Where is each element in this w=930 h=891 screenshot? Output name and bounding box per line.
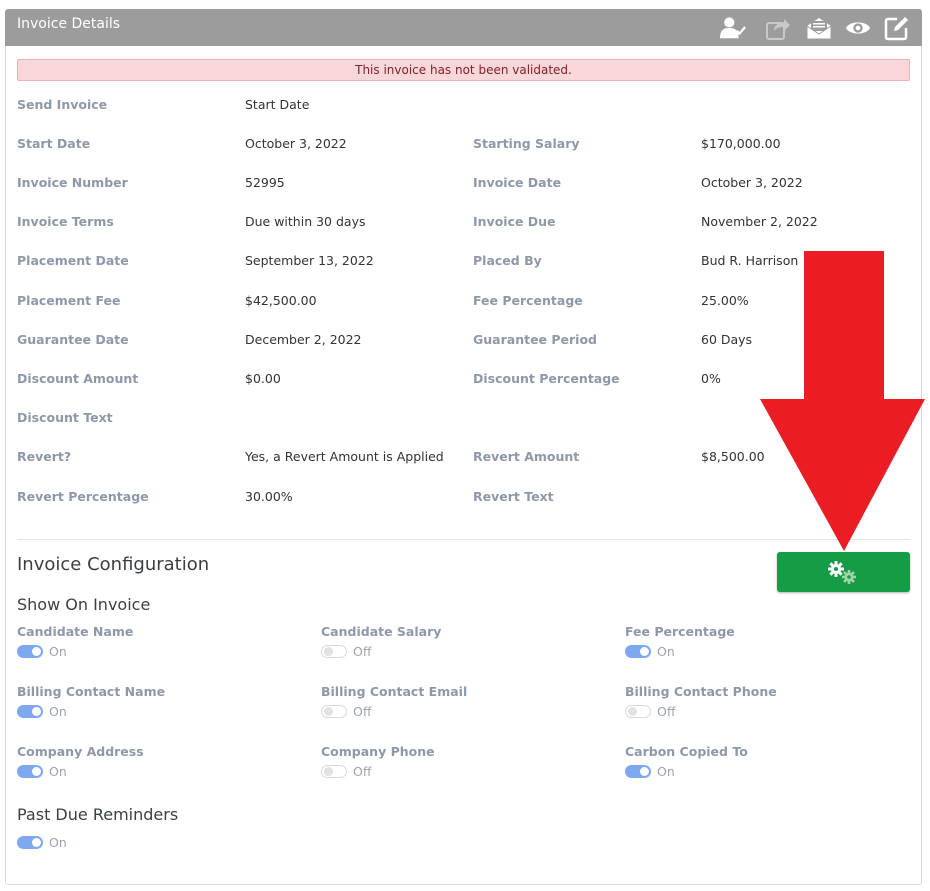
invoice-date-label: Invoice Date (473, 175, 562, 190)
panel-title: Invoice Details (17, 16, 121, 32)
invoice-due-label: Invoice Due (473, 214, 556, 229)
fee-percentage-state: On (657, 644, 675, 659)
show-on-invoice-title: Show On Invoice (17, 595, 151, 614)
starting-salary-label: Starting Salary (473, 136, 580, 151)
billing-contact-name-toggle[interactable] (17, 705, 43, 718)
revert-text-label: Revert Text (473, 489, 554, 504)
candidate-salary-state: Off (353, 644, 372, 659)
billing-contact-phone-label: Billing Contact Phone (625, 684, 777, 699)
gears-icon (828, 561, 856, 584)
start-date-value: October 3, 2022 (245, 136, 347, 151)
invoice-configuration-title: Invoice Configuration (17, 554, 210, 575)
guarantee-period-value: 60 Days (701, 332, 753, 347)
revert-percentage-value: 30.00% (245, 489, 293, 504)
configure-button[interactable] (777, 552, 910, 592)
red-arrow-annotation (760, 251, 925, 551)
billing-contact-name-label: Billing Contact Name (17, 684, 166, 699)
company-phone-state: Off (353, 764, 372, 779)
guarantee-period-label: Guarantee Period (473, 332, 597, 347)
guarantee-date-value: December 2, 2022 (245, 332, 362, 347)
user-check-icon[interactable] (720, 15, 746, 41)
discount-text-label: Discount Text (17, 410, 113, 425)
placed-by-label: Placed By (473, 253, 542, 268)
start-date-label: Start Date (17, 136, 91, 151)
billing-contact-email-state: Off (353, 704, 372, 719)
company-phone-toggle[interactable] (321, 765, 347, 778)
share-icon[interactable] (765, 15, 791, 41)
past-due-reminders-title: Past Due Reminders (17, 805, 179, 824)
revert-label: Revert? (17, 449, 72, 464)
guarantee-date-label: Guarantee Date (17, 332, 129, 347)
revert-amount-value: $8,500.00 (701, 449, 765, 464)
company-phone-label: Company Phone (321, 744, 435, 759)
candidate-name-toggle[interactable] (17, 645, 43, 658)
candidate-name-label: Candidate Name (17, 624, 134, 639)
discount-percentage-value: 0% (701, 371, 721, 386)
company-address-toggle[interactable] (17, 765, 43, 778)
invoice-due-value: November 2, 2022 (701, 214, 818, 229)
edit-icon[interactable] (884, 15, 910, 41)
company-address-label: Company Address (17, 744, 144, 759)
placement-fee-label: Placement Fee (17, 293, 121, 308)
revert-amount-label: Revert Amount (473, 449, 580, 464)
placement-date-value: September 13, 2022 (245, 253, 374, 268)
invoice-terms-label: Invoice Terms (17, 214, 114, 229)
past-due-reminders-state: On (49, 835, 67, 850)
billing-contact-phone-state: Off (657, 704, 676, 719)
validation-alert: This invoice has not been validated. (17, 59, 910, 81)
fee-percentage-label: Fee Percentage (473, 293, 583, 308)
fee-percentage-option-label: Fee Percentage (625, 624, 735, 639)
candidate-salary-toggle[interactable] (321, 645, 347, 658)
carbon-copied-to-state: On (657, 764, 675, 779)
billing-contact-email-label: Billing Contact Email (321, 684, 468, 699)
invoice-date-value: October 3, 2022 (701, 175, 803, 190)
placement-fee-value: $42,500.00 (245, 293, 317, 308)
fee-percentage-toggle[interactable] (625, 645, 651, 658)
email-open-icon[interactable] (806, 15, 832, 41)
revert-percentage-label: Revert Percentage (17, 489, 149, 504)
invoice-number-label: Invoice Number (17, 175, 128, 190)
discount-amount-label: Discount Amount (17, 371, 139, 386)
carbon-copied-to-toggle[interactable] (625, 765, 651, 778)
revert-value: Yes, a Revert Amount is Applied (245, 449, 444, 464)
candidate-salary-label: Candidate Salary (321, 624, 442, 639)
fee-percentage-value: 25.00% (701, 293, 749, 308)
billing-contact-name-state: On (49, 704, 67, 719)
past-due-reminders-toggle[interactable] (17, 836, 43, 849)
panel-header: Invoice Details (5, 9, 922, 46)
billing-contact-phone-toggle[interactable] (625, 705, 651, 718)
company-address-state: On (49, 764, 67, 779)
invoice-terms-value: Due within 30 days (245, 214, 366, 229)
starting-salary-value: $170,000.00 (701, 136, 781, 151)
billing-contact-email-toggle[interactable] (321, 705, 347, 718)
placement-date-label: Placement Date (17, 253, 129, 268)
discount-percentage-label: Discount Percentage (473, 371, 620, 386)
carbon-copied-to-label: Carbon Copied To (625, 744, 748, 759)
discount-amount-value: $0.00 (245, 371, 281, 386)
invoice-number-value: 52995 (245, 175, 285, 190)
send-invoice-value: Start Date (245, 97, 310, 112)
candidate-name-state: On (49, 644, 67, 659)
send-invoice-label: Send Invoice (17, 97, 108, 112)
eye-icon[interactable] (845, 15, 871, 41)
